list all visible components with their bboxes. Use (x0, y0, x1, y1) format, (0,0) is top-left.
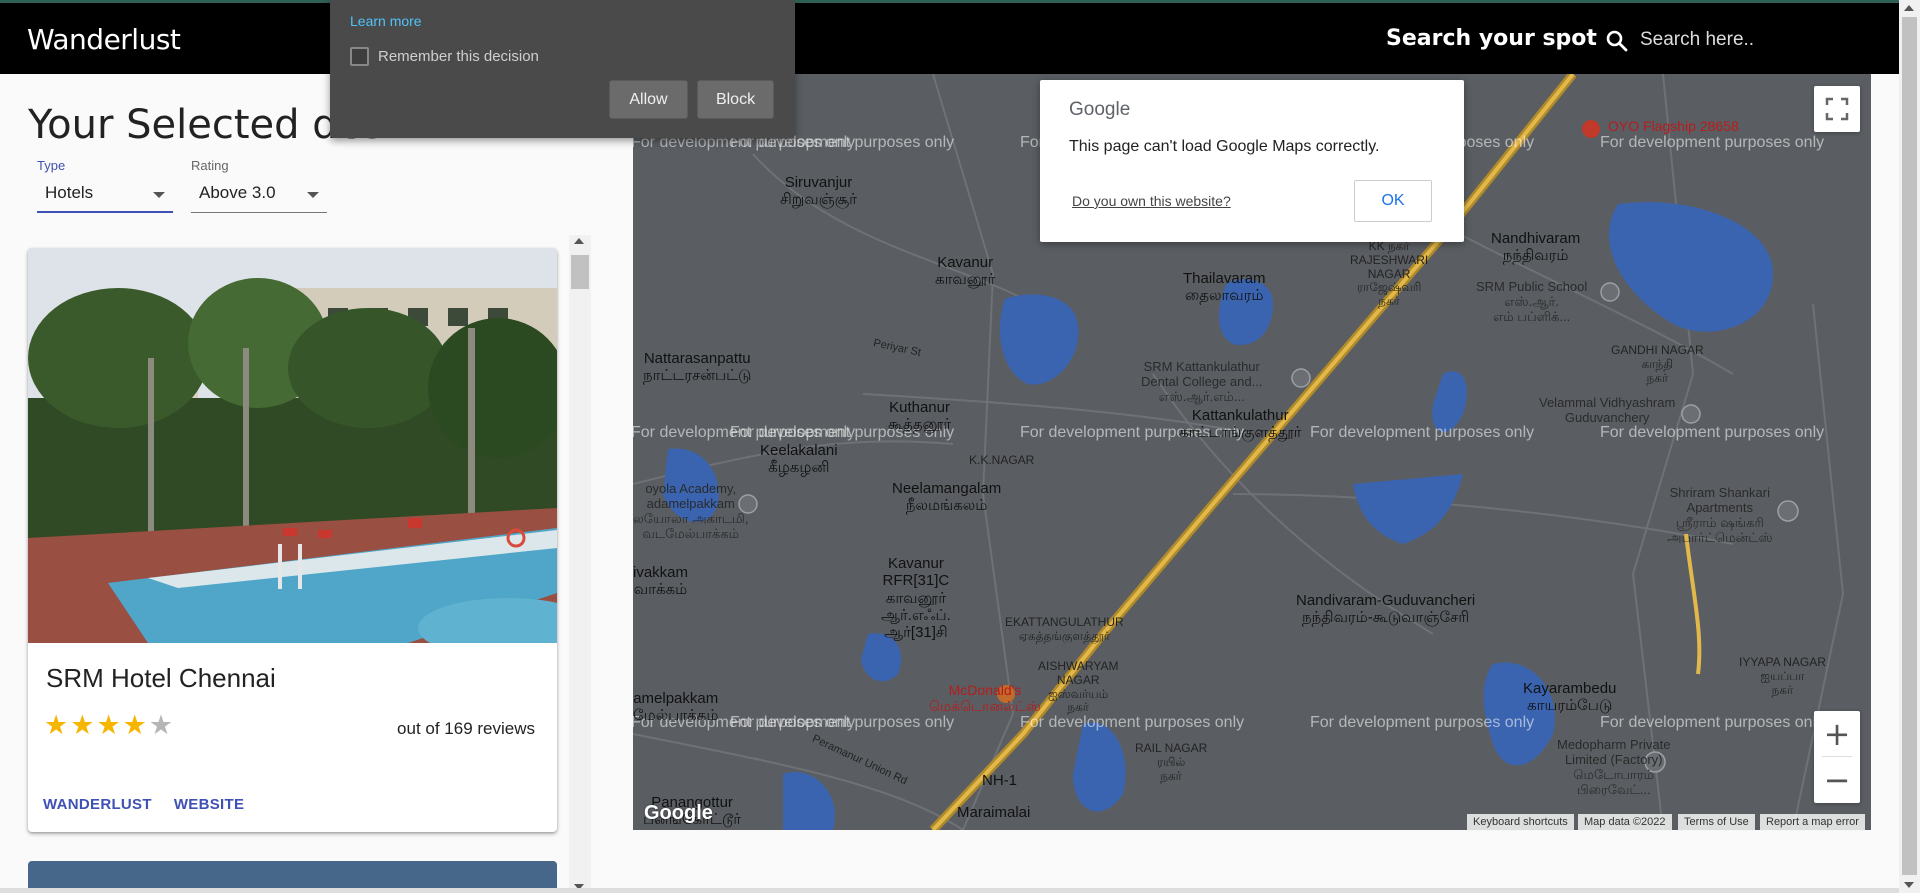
dev-watermark: For development purposes only (1600, 424, 1825, 441)
map-place-label: AISHWARYAM NAGAR ஐஸ்வர்யம் நகர் (1038, 659, 1119, 715)
map-place-label: EKATTANGULATHUR ஏகத்தங்குளத்தூர் (1005, 615, 1124, 643)
permission-popup: Learn more Remember this decision Allow … (330, 0, 795, 138)
brand-title[interactable]: Wanderlust (27, 23, 181, 56)
rating-select-value[interactable]: Above 3.0 (191, 177, 327, 213)
dev-watermark: For development purposes only (1310, 424, 1535, 441)
map-place-label: GANDHI NAGAR காந்தி நகர் (1611, 343, 1704, 385)
zoom-out-button[interactable]: − (1814, 757, 1860, 803)
map-place-label: RAIL NAGAR ரயில் நகர் (1135, 741, 1208, 783)
dev-watermark: For development purposes only (730, 714, 955, 731)
type-value: Hotels (45, 183, 94, 202)
rating-value: Above 3.0 (199, 183, 276, 202)
wanderlust-button[interactable]: WANDERLUST (43, 796, 152, 813)
page-scroll-thumb[interactable] (1902, 17, 1917, 875)
google-logo: Google (1069, 99, 1131, 120)
allow-button[interactable]: Allow (609, 80, 688, 119)
card-title: SRM Hotel Chennai (46, 663, 276, 693)
star-rating: ★ ★ ★ ★ ★ (44, 712, 173, 739)
block-button[interactable]: Block (697, 80, 774, 119)
map-place-label: Kavanur காவனூர் (935, 254, 996, 289)
star-filled-icon: ★ (70, 710, 95, 741)
maps-error-dialog: Google This page can't load Google Maps … (1040, 80, 1464, 242)
ok-button[interactable]: OK (1354, 180, 1432, 222)
reviews-count: out of 169 reviews (397, 719, 535, 738)
maps-error-message: This page can't load Google Maps correct… (1069, 138, 1380, 155)
map-place-label: Kayarambedu காயரம்பேடு (1523, 680, 1617, 715)
map-place-label: SRM Public School எஸ்.ஆர். எம் பப்ளிக்... (1476, 279, 1588, 324)
map-place-label: Siruvanjur சிறுவஞ்சூர் (780, 174, 857, 209)
list-scrollbar[interactable] (569, 235, 591, 893)
fullscreen-button[interactable] (1814, 86, 1860, 132)
map-place-label: SRM Kattankulathur Dental College and... எ… (1141, 359, 1263, 404)
remember-decision-label: Remember this decision (378, 48, 539, 65)
star-filled-icon: ★ (96, 710, 121, 741)
dev-watermark: For development purposes only (1310, 714, 1535, 731)
type-select-value[interactable]: Hotels (37, 177, 173, 213)
website-button[interactable]: WEBSITE (174, 796, 244, 813)
map-data-label: Map data ©2022 (1578, 814, 1672, 831)
map-place-label: Nattarasanpattu நாட்டரசன்பட்டு (643, 350, 752, 385)
search-title: Search your spot (1386, 26, 1597, 51)
map-place-label: oyola Academy, adamelpakkam லயோலா அகாடமி, வ… (633, 481, 749, 541)
map-place-label: OYO Flagship 28658 (1608, 118, 1739, 134)
scroll-thumb[interactable] (571, 255, 589, 289)
scroll-up-arrow-icon[interactable] (574, 238, 584, 244)
map-place-label: Maraimalai (957, 804, 1031, 821)
map-place-label: Kattankulathur காட்டாங்குளத்தூர் (1179, 407, 1302, 442)
card-actions: WANDERLUST WEBSITE (43, 796, 244, 813)
place-card[interactable]: SRM Hotel Chennai ★ ★ ★ ★ ★ out of 169 r… (28, 248, 557, 832)
search-icon (1606, 30, 1628, 52)
hotel-photo (28, 248, 557, 643)
map-place-label: Nandhivaram நந்திவரம் (1491, 230, 1581, 265)
map-place-label: amelpakkam மேல்பாக்கம் (633, 690, 719, 725)
map-place-label: Kuthanur கூத்தனூர் (888, 399, 952, 434)
zoom-in-button[interactable]: + (1814, 711, 1860, 757)
zoom-controls: + − (1814, 711, 1860, 803)
dev-watermark: For development purposes only (1020, 714, 1245, 731)
map-place-label: NH-1 (982, 772, 1018, 789)
map-place-label: ivakkam வாக்கம் (633, 564, 689, 599)
scroll-down-arrow-icon[interactable] (1904, 882, 1914, 888)
own-website-link[interactable]: Do you own this website? (1072, 193, 1231, 209)
rating-select[interactable]: Rating Above 3.0 (191, 158, 327, 213)
learn-more-link[interactable]: Learn more (350, 13, 422, 29)
terms-of-use-link[interactable]: Terms of Use (1678, 814, 1755, 831)
map-place-label: McDonald's மெக்டொனல்ட்ஸ் (929, 682, 1041, 715)
chevron-down-icon (307, 192, 319, 198)
scroll-up-arrow-icon[interactable] (1904, 5, 1914, 11)
map-place-label: Thailavaram தைலாவரம் (1183, 270, 1266, 305)
page-scrollbar[interactable] (1899, 0, 1920, 893)
app-bar: Wanderlust Search your spot (0, 0, 1899, 74)
remember-decision-checkbox[interactable] (350, 47, 369, 66)
map-place-label: Nandivaram-Guduvancheri நந்திவரம்-கூடுவாஞ… (1296, 592, 1476, 627)
map-place-label: IYYAPA NAGAR ஐயப்பா நகர் (1739, 655, 1826, 697)
map-place-label: Shriram Shankari Apartments ஸ்ரீராம் ஷங்கர… (1667, 485, 1773, 545)
map-place-label: KK நகர் RAJESHWARI NAGAR ராஜேஷ்வரி நகர் (1350, 239, 1429, 309)
dev-watermark: For development purposes only (1600, 714, 1825, 731)
type-select[interactable]: Type Hotels (37, 158, 173, 213)
search-input[interactable] (1640, 23, 1880, 57)
report-map-error-link[interactable]: Report a map error (1760, 814, 1865, 831)
type-label: Type (37, 158, 66, 173)
keyboard-shortcuts-link[interactable]: Keyboard shortcuts (1467, 814, 1574, 831)
map-place-label: Neelamangalam நீலமங்கலம் (892, 480, 1002, 515)
bottom-divider (0, 888, 1899, 893)
map-place-label: K.K.NAGAR (969, 453, 1035, 467)
fullscreen-icon (1825, 97, 1849, 121)
google-map-logo: Google (644, 802, 713, 824)
dev-watermark: For development purposes only (1600, 134, 1825, 151)
map-place-label: Velammal Vidhyashram Guduvanchery (1539, 395, 1676, 425)
map-place-label: Medopharm Private Limited (Factory) மெடோபா… (1557, 737, 1671, 797)
star-filled-icon: ★ (44, 710, 69, 741)
map-place-label: Kavanur RFR[31]C காவனூர் ஆர்.எஃப். ஆர்[31]சி (881, 555, 951, 641)
star-filled-icon: ★ (122, 710, 147, 741)
star-empty-icon: ★ (148, 710, 174, 741)
rating-label: Rating (191, 158, 229, 173)
map-place-label: Keelakalani கீழகழனி (760, 442, 838, 477)
chevron-down-icon (153, 192, 165, 198)
